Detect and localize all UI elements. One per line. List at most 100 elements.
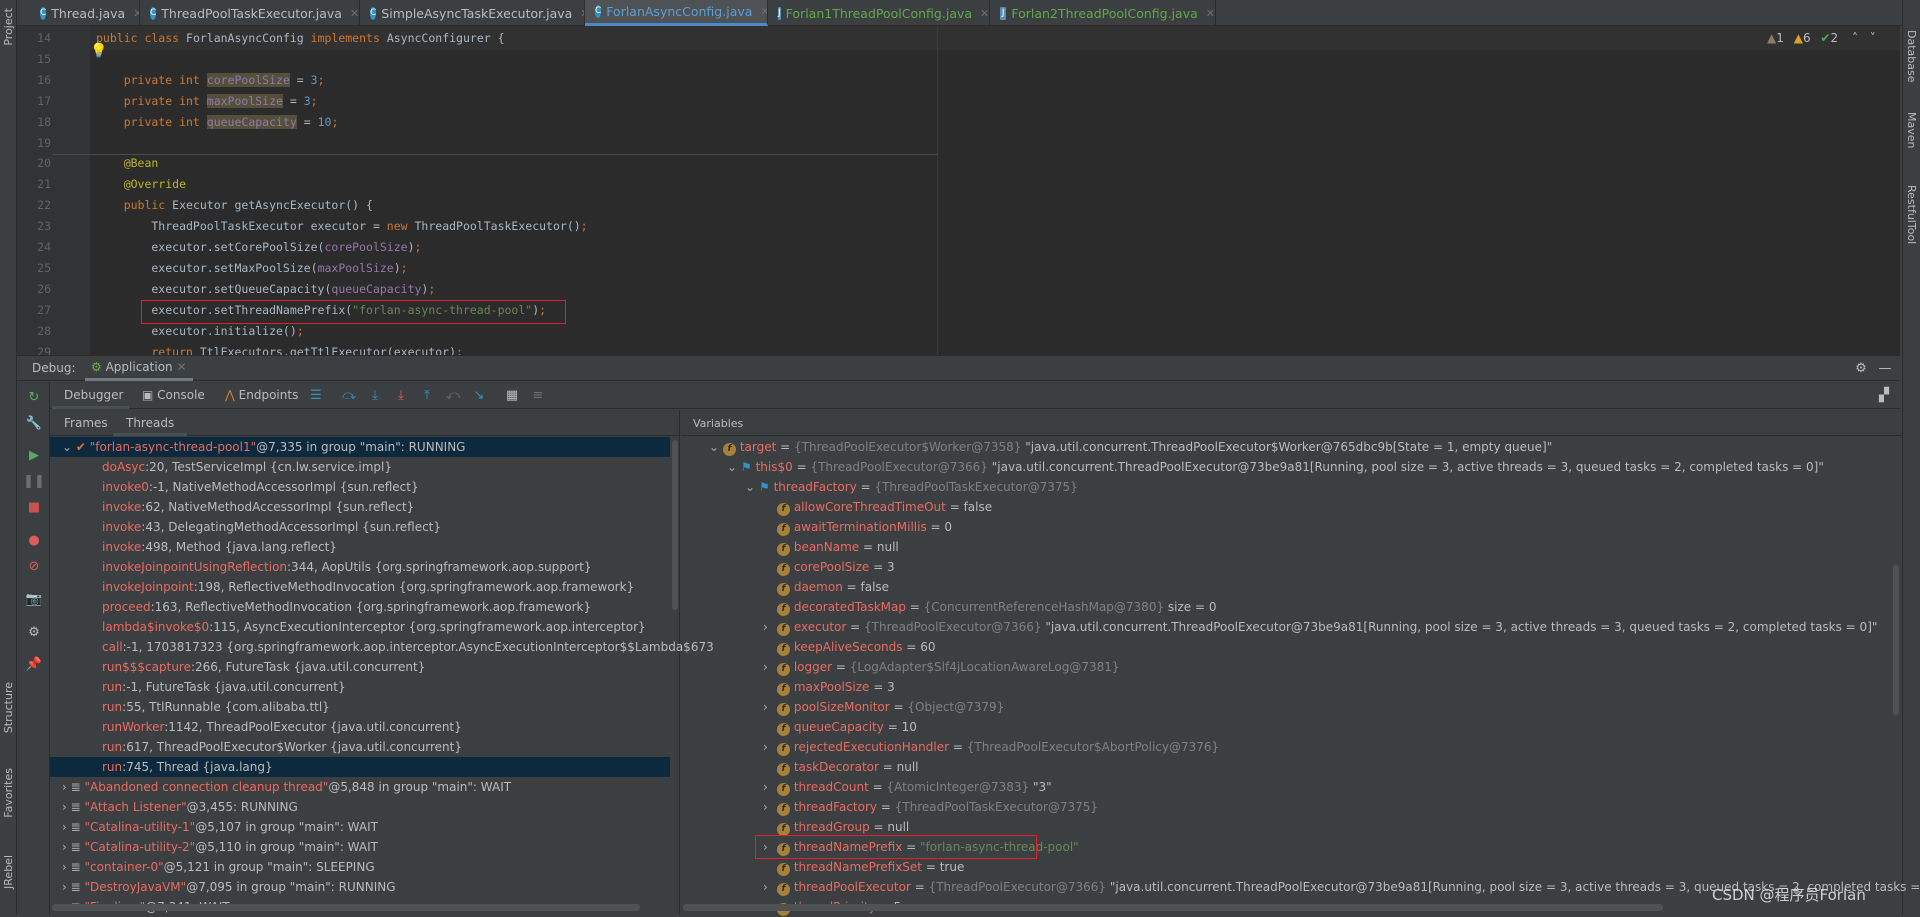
thread-row[interactable]: › ≣ "container-0"@5,121 in group "main":… (50, 857, 670, 877)
drop-frame-icon[interactable]: ⤺ (445, 387, 461, 403)
restfultool-tool-button[interactable]: RestfulTool (1905, 185, 1918, 244)
stack-frame[interactable]: doAsyc:20, TestServiceImpl {cn.lw.servic… (50, 457, 670, 477)
step-over-icon[interactable]: ⤼ (341, 387, 357, 403)
stack-frame[interactable]: invoke:62, NativeMethodAccessorImpl {sun… (50, 497, 670, 517)
variable-row[interactable]: f daemon = false (681, 577, 1886, 597)
expand-arrow-icon[interactable]: › (763, 777, 777, 797)
stack-frame[interactable]: call:-1, 1703817323 {org.springframework… (50, 637, 714, 657)
collapse-arrow-icon[interactable]: ⌄ (727, 457, 741, 477)
stack-frame[interactable]: invokeJoinpointUsingReflection:344, AopU… (50, 557, 670, 577)
mute-breakpoints-icon[interactable]: ⊘ (25, 557, 43, 575)
variable-row[interactable]: f beanName = null (681, 537, 1886, 557)
variable-row[interactable]: f taskDecorator = null (681, 757, 1886, 777)
tab-thread-java[interactable]: C Thread.java ✕ (30, 0, 140, 26)
stack-frame[interactable]: run:617, ThreadPoolExecutor$Worker {java… (50, 737, 670, 757)
close-icon[interactable]: ✕ (176, 360, 186, 374)
vertical-scrollbar[interactable] (1893, 565, 1899, 715)
variable-row[interactable]: › f poolSizeMonitor = {Object@7379} (681, 697, 1886, 717)
tab-threadpooltaskexecutor-java[interactable]: C ThreadPoolTaskExecutor.java ✕ (140, 0, 360, 26)
thread-row[interactable]: › ≣ "Catalina-utility-2"@5,110 in group … (50, 837, 670, 857)
expand-arrow-icon[interactable]: › (62, 780, 67, 794)
tab-simpleasynctaskexecutor-java[interactable]: CSimpleAsyncTaskExecutor.java✕ (360, 0, 585, 26)
variable-row[interactable]: › f threadFactory = {ThreadPoolTaskExecut… (681, 797, 1886, 817)
stack-frame[interactable]: run$$$capture:266, FutureTask {java.util… (50, 657, 670, 677)
close-icon[interactable]: ✕ (133, 7, 139, 20)
layout-icon[interactable]: ▞ (1876, 387, 1892, 403)
variable-row[interactable]: f awaitTerminationMillis = 0 (681, 517, 1886, 537)
tab-forlanasyncconfig-java[interactable]: C ForlanAsyncConfig.java ✕ (585, 0, 768, 26)
horizontal-scrollbar[interactable] (683, 904, 1663, 911)
variable-row[interactable]: f threadGroup = null (681, 817, 1886, 837)
collapse-arrow-icon[interactable]: ⌄ (745, 477, 759, 497)
expand-arrow-icon[interactable]: › (62, 860, 67, 874)
variable-row[interactable]: f corePoolSize = 3 (681, 557, 1886, 577)
variable-row[interactable]: f allowCoreThreadTimeOut = false (681, 497, 1886, 517)
pin-icon[interactable]: 📌 (25, 655, 43, 673)
view-breakpoints-icon[interactable]: ● (25, 531, 43, 549)
tab-debugger[interactable]: Debugger (52, 382, 129, 409)
wrench-icon[interactable]: 🔧 (25, 414, 43, 432)
force-step-into-icon[interactable]: ⤓ (393, 387, 409, 403)
run-to-cursor-icon[interactable]: ↘ (471, 387, 487, 403)
expand-arrow-icon[interactable]: › (763, 797, 777, 817)
stack-frame[interactable]: invoke0:-1, NativeMethodAccessorImpl {su… (50, 477, 670, 497)
expand-arrow-icon[interactable]: › (763, 877, 777, 897)
close-icon[interactable]: ✕ (760, 5, 767, 18)
inspection-widget[interactable]: ▲1 ▲6 ✔2 ˄ ˅ (1767, 31, 1876, 45)
expand-arrow-icon[interactable]: › (62, 880, 67, 894)
variable-row[interactable]: f keepAliveSeconds = 60 (681, 637, 1886, 657)
expand-arrow-icon[interactable]: › (763, 737, 777, 757)
variable-row[interactable]: › f logger = {LogAdapter$Slf4jLocationAwa… (681, 657, 1886, 677)
stack-frame[interactable]: run:55, TtlRunnable {com.alibaba.ttl} (50, 697, 670, 717)
close-icon[interactable]: ✕ (980, 7, 989, 20)
stack-frame[interactable]: invoke:498, Method {java.lang.reflect} (50, 537, 670, 557)
pause-icon[interactable]: ❚❚ (23, 472, 45, 490)
jrebel-tool-button[interactable]: JRebel (2, 855, 15, 889)
evaluate-expression-icon[interactable]: ▦ (504, 387, 520, 403)
stack-frame[interactable]: proceed:163, ReflectiveMethodInvocation … (50, 597, 670, 617)
structure-tool-button[interactable]: Structure (2, 682, 15, 733)
close-icon[interactable]: ✕ (350, 7, 359, 20)
thread-row-current[interactable]: ⌄ ✔ "forlan-async-thread-pool1"@7,335 in… (50, 437, 670, 457)
project-tool-button[interactable]: Project (2, 8, 15, 46)
thread-row[interactable]: › ≣ "DestroyJavaVM"@7,095 in group "main… (50, 877, 670, 897)
tab-forlan1threadpoolconfig-java[interactable]: J Forlan1ThreadPoolConfig.java ✕ (768, 0, 990, 26)
thread-row[interactable]: › ≣ "Attach Listener"@3,455: RUNNING (50, 797, 670, 817)
trace-icon[interactable]: ≡ (530, 387, 546, 403)
step-into-icon[interactable]: ⤓ (367, 387, 383, 403)
thread-row[interactable]: › ≣ "Catalina-utility-1"@5,107 in group … (50, 817, 670, 837)
variable-row[interactable]: › f threadCount = {AtomicInteger@7383} "3… (681, 777, 1886, 797)
collapse-arrow-icon[interactable]: ⌄ (62, 440, 72, 454)
next-highlight-icon[interactable]: ˅ (1870, 31, 1876, 45)
expand-arrow-icon[interactable]: › (62, 840, 67, 854)
stop-icon[interactable]: ■ (25, 498, 43, 516)
session-tab-application[interactable]: ⚙ Application ✕ (85, 356, 193, 381)
tab-threads[interactable]: Threads (113, 410, 188, 436)
show-execution-point-icon[interactable]: ☰ (308, 387, 324, 403)
maven-tool-button[interactable]: Maven (1905, 112, 1918, 148)
tab-frames[interactable]: Frames (64, 416, 108, 430)
vertical-scrollbar[interactable] (672, 440, 678, 610)
gear-icon[interactable]: ⚙ (1853, 360, 1869, 376)
previous-highlight-icon[interactable]: ˄ (1852, 31, 1858, 45)
stack-frame[interactable]: invoke:43, DelegatingMethodAccessorImpl … (50, 517, 670, 537)
favorites-tool-button[interactable]: Favorites (2, 768, 15, 818)
expand-arrow-icon[interactable]: › (62, 820, 67, 834)
code-editor[interactable]: 14 public class ForlanAsyncConfig impleme… (17, 26, 1900, 355)
stack-frame[interactable]: run:745, Thread {java.lang} (50, 757, 670, 777)
variable-row[interactable]: › f threadPoolExecutor = {ThreadPoolExecu… (681, 877, 1920, 897)
expand-arrow-icon[interactable]: › (763, 697, 777, 717)
expand-arrow-icon[interactable]: › (763, 617, 777, 637)
variable-row[interactable]: f decoratedTaskMap = {ConcurrentReferenc… (681, 597, 1886, 617)
lightbulb-icon[interactable]: 💡 (90, 43, 107, 59)
stack-frame[interactable]: invokeJoinpoint:198, ReflectiveMethodInv… (50, 577, 670, 597)
tab-endpoints[interactable]: ⋀ Endpoints (225, 388, 298, 402)
camera-icon[interactable]: 📷 (25, 590, 43, 608)
database-tool-button[interactable]: Database (1905, 30, 1918, 83)
expand-arrow-icon[interactable]: › (62, 800, 67, 814)
variable-row[interactable]: f maxPoolSize = 3 (681, 677, 1886, 697)
variable-row[interactable]: f queueCapacity = 10 (681, 717, 1886, 737)
stack-frame[interactable]: run:-1, FutureTask {java.util.concurrent… (50, 677, 670, 697)
stack-frame[interactable]: lambda$invoke$0:115, AsyncExecutionInter… (50, 617, 670, 637)
collapse-arrow-icon[interactable]: ⌄ (709, 437, 723, 457)
